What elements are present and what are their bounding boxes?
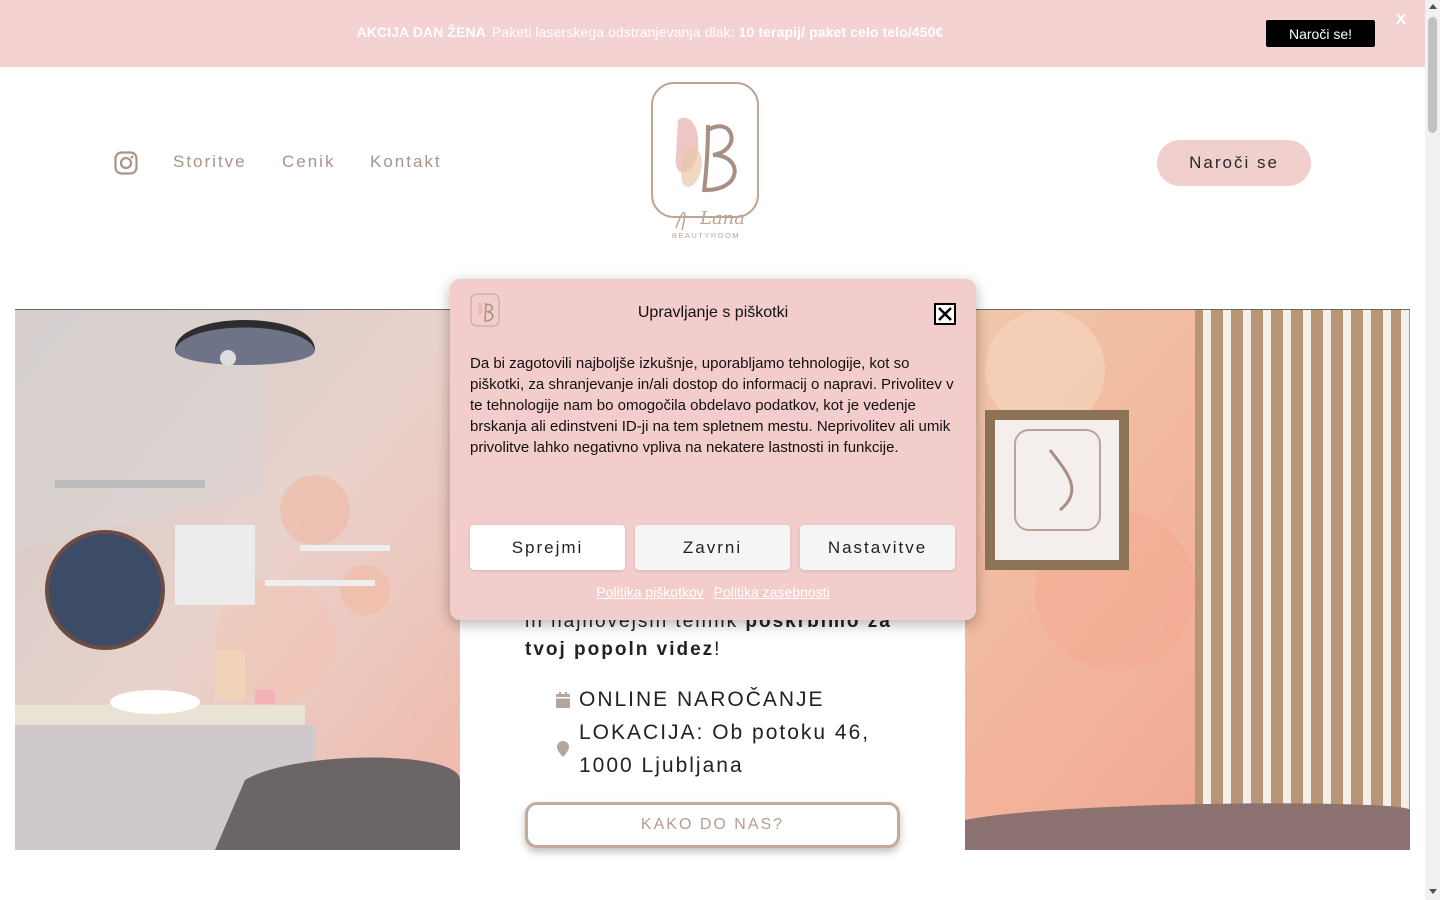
location-text: LOKACIJA: Ob potoku 46, 1000 Ljubljana — [579, 716, 870, 782]
modal-title: Upravljanje s piškotki — [637, 304, 789, 321]
location-line-1: LOKACIJA: Ob potoku 46, — [579, 721, 871, 744]
online-booking-link[interactable]: ONLINE NAROČANJE — [556, 683, 825, 716]
cookie-consent-modal: Upravljanje s piškotki Da bi zagotovili … — [450, 279, 976, 620]
instagram-icon[interactable] — [114, 151, 138, 175]
scroll-up-icon[interactable] — [1429, 4, 1437, 9]
salon-photo-left — [15, 310, 460, 850]
promo-close-icon[interactable]: X — [1392, 11, 1410, 29]
promo-bold-label: AKCIJA DAN ŽENA — [356, 24, 486, 40]
reject-button[interactable]: Zavrni — [635, 525, 790, 570]
book-button[interactable]: Naroči se — [1157, 140, 1311, 186]
close-icon[interactable] — [934, 303, 956, 325]
location-info: LOKACIJA: Ob potoku 46, 1000 Ljubljana — [556, 716, 870, 782]
promo-highlight: 10 terapij/ paket celo telo/450€ — [738, 24, 944, 40]
location-line-2: 1000 Ljubljana — [579, 754, 744, 777]
logo-subtext: BEAUTYROOM — [672, 231, 740, 240]
promo-order-button[interactable]: Naroči se! — [1266, 20, 1375, 47]
location-pin-icon — [557, 741, 569, 757]
nav-item-storitve[interactable]: Storitve — [173, 152, 247, 172]
directions-button[interactable]: KAKO DO NAS? — [525, 802, 900, 848]
modal-links: Politika piškotkov Politika zasebnosti — [450, 584, 976, 600]
privacy-policy-link[interactable]: Politika zasebnosti — [714, 584, 830, 600]
scrollbar-thumb[interactable] — [1428, 17, 1437, 133]
nav-item-kontakt[interactable]: Kontakt — [370, 152, 442, 172]
settings-button[interactable]: Nastavitve — [800, 525, 955, 570]
hero-tagline-end: ! — [714, 639, 722, 660]
logo[interactable]: Lana BEAUTYROOM — [648, 80, 764, 242]
promo-text: AKCIJA DAN ŽENA Paketi laserskega odstran… — [0, 24, 1300, 40]
page-scrollbar[interactable] — [1425, 0, 1440, 900]
page: AKCIJA DAN ŽENA Paketi laserskega odstran… — [0, 0, 1440, 900]
nav-item-cenik[interactable]: Cenik — [282, 152, 335, 172]
cookie-policy-link[interactable]: Politika piškotkov — [596, 584, 703, 600]
online-booking-label: ONLINE NAROČANJE — [579, 688, 825, 711]
calendar-icon — [556, 692, 570, 708]
promo-bar: AKCIJA DAN ŽENA Paketi laserskega odstran… — [0, 0, 1425, 67]
hero-tagline-bold-2: tvoj popoln videz — [525, 639, 715, 660]
accept-button[interactable]: Sprejmi — [470, 525, 625, 570]
logo-script-text: Lana — [699, 208, 745, 229]
promo-description: Paketi laserskega odstranjevanja dlak: — [491, 24, 735, 40]
scroll-down-icon[interactable] — [1429, 889, 1437, 894]
modal-body-text: Da bi zagotovili najboljše izkušnje, upo… — [470, 355, 954, 456]
salon-photo-right — [965, 310, 1410, 850]
